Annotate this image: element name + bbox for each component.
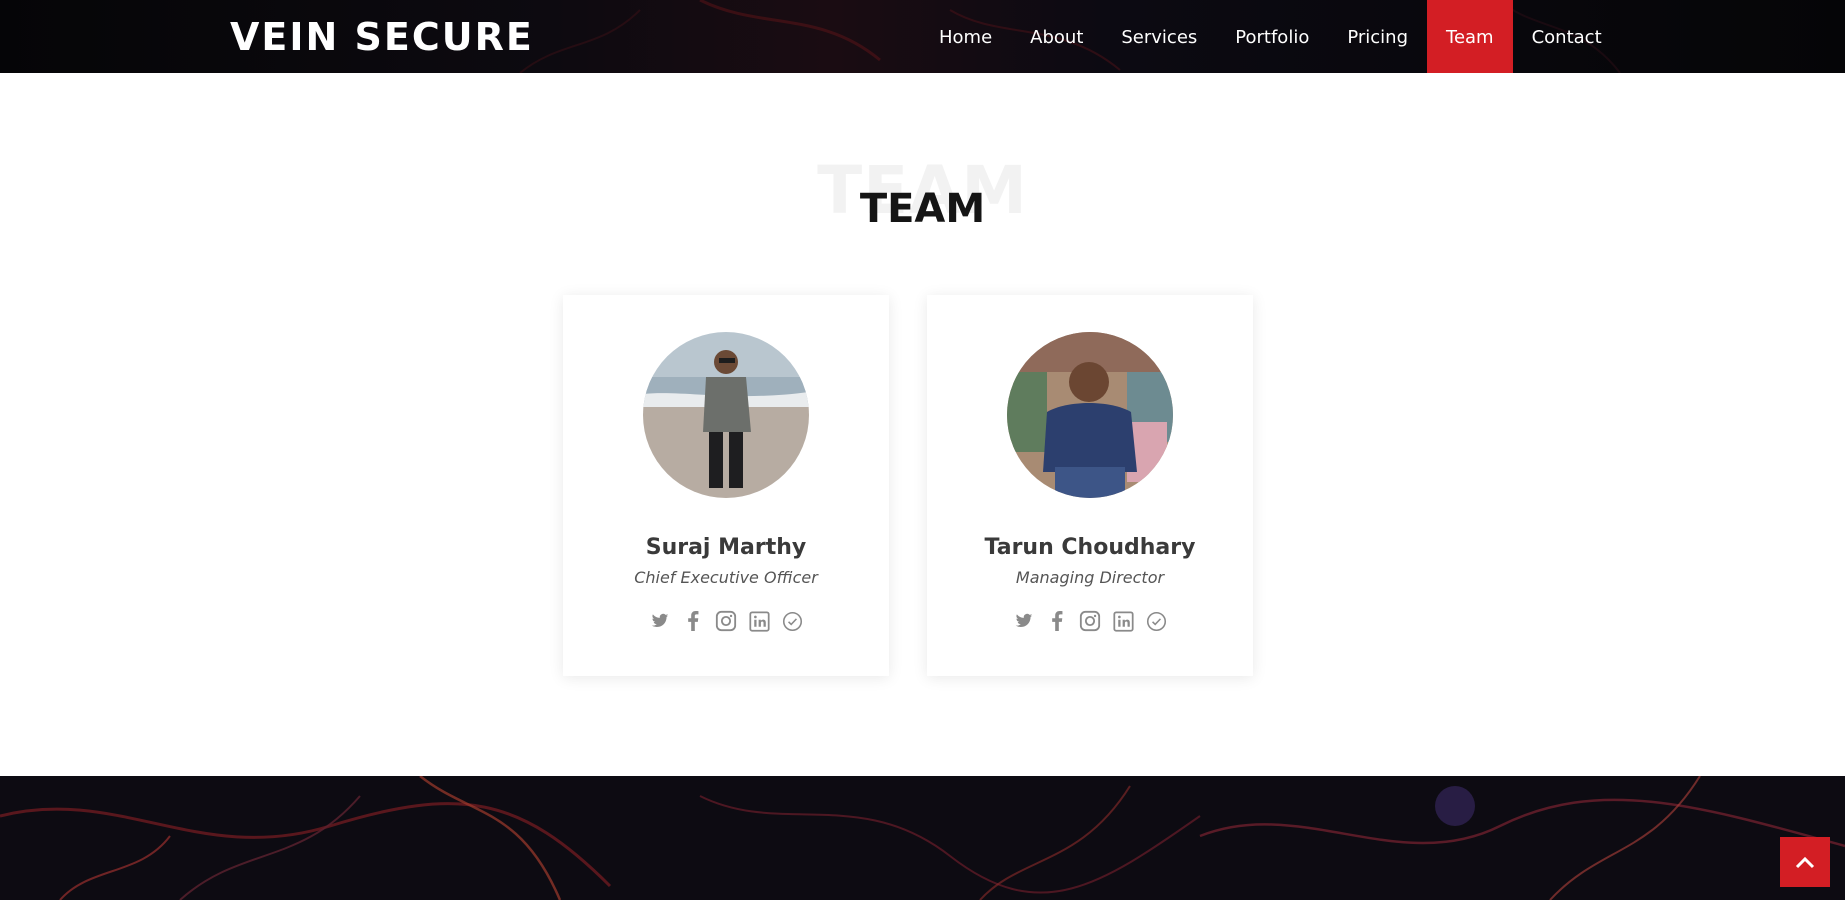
section-title: TEAM TEAM <box>0 150 1845 240</box>
member-socials <box>927 610 1253 632</box>
section-heading: TEAM <box>859 186 986 232</box>
vein-pattern-background <box>0 776 1845 900</box>
nav-home[interactable]: Home <box>920 0 1011 73</box>
twitter-icon[interactable] <box>1013 610 1035 632</box>
nav-services[interactable]: Services <box>1102 0 1216 73</box>
member-role: Managing Director <box>1015 568 1165 587</box>
footer-background <box>0 776 1845 900</box>
linkedin-icon[interactable] <box>748 610 770 632</box>
facebook-icon[interactable] <box>1046 610 1068 632</box>
team-member-card: Suraj Marthy Chief Executive Officer <box>563 295 889 676</box>
main-nav: Home About Services Portfolio Pricing Te… <box>920 0 1621 73</box>
instagram-icon[interactable] <box>715 610 737 632</box>
member-photo <box>643 332 809 498</box>
member-name: Tarun Choudhary <box>984 535 1196 560</box>
check-circle-icon[interactable] <box>781 610 803 632</box>
nav-team[interactable]: Team <box>1427 0 1513 73</box>
nav-contact[interactable]: Contact <box>1513 0 1621 73</box>
instagram-icon[interactable] <box>1079 610 1101 632</box>
nav-portfolio[interactable]: Portfolio <box>1216 0 1328 73</box>
team-member-card: Tarun Choudhary Managing Director <box>927 295 1253 676</box>
brand-logo[interactable]: VEIN SECURE <box>230 15 534 59</box>
chevron-up-icon <box>1795 856 1815 869</box>
member-socials <box>563 610 889 632</box>
back-to-top-button[interactable] <box>1780 837 1830 887</box>
nav-pricing[interactable]: Pricing <box>1328 0 1427 73</box>
member-role: Chief Executive Officer <box>634 568 818 587</box>
nav-about[interactable]: About <box>1011 0 1102 73</box>
site-header: VEIN SECURE Home About Services Portfoli… <box>0 0 1845 73</box>
linkedin-icon[interactable] <box>1112 610 1134 632</box>
member-name: Suraj Marthy <box>645 535 807 560</box>
check-circle-icon[interactable] <box>1145 610 1167 632</box>
twitter-icon[interactable] <box>649 610 671 632</box>
member-photo <box>1007 332 1173 498</box>
facebook-icon[interactable] <box>682 610 704 632</box>
